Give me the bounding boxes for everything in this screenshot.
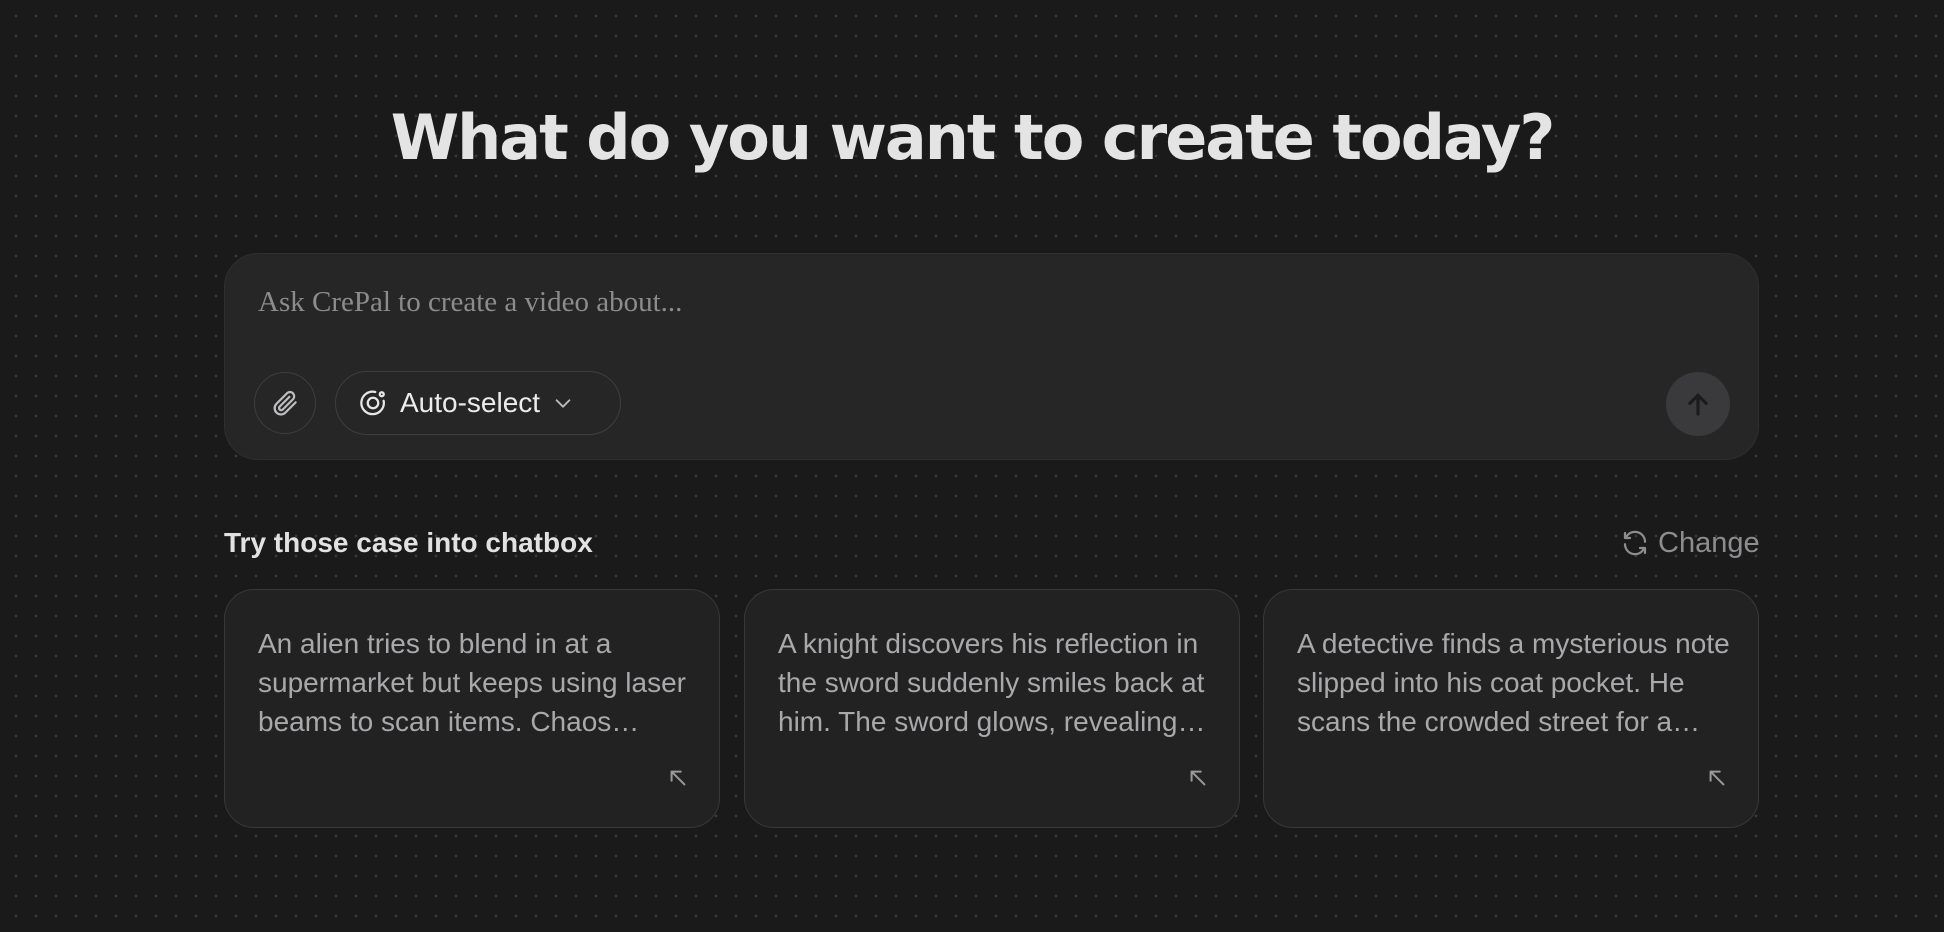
- suggestions-title: Try those case into chatbox: [224, 527, 593, 558]
- chatbox: Auto-select: [224, 253, 1759, 460]
- suggestion-cards: An alien tries to blend in at a supermar…: [224, 589, 1759, 828]
- paperclip-icon: [273, 390, 297, 416]
- change-label: Change: [1658, 526, 1760, 559]
- arrow-up-left-icon: [1190, 770, 1206, 786]
- chevron-down-icon: [555, 399, 571, 408]
- attach-button[interactable]: [254, 372, 316, 434]
- suggestion-card[interactable]: A knight discovers his reflection in the…: [744, 589, 1240, 828]
- change-button[interactable]: Change: [1620, 524, 1760, 562]
- arrow-up-icon: [1688, 393, 1708, 416]
- page-title: What do you want to create today?: [390, 101, 1556, 174]
- arrow-up-left-icon: [1709, 770, 1725, 786]
- suggestion-card-text: A knight discovers his reflection in the…: [778, 628, 1205, 737]
- suggestion-card[interactable]: An alien tries to blend in at a supermar…: [224, 589, 720, 828]
- target-icon: [360, 390, 385, 416]
- arrow-up-left-icon: [670, 770, 686, 786]
- suggestion-card-text: An alien tries to blend in at a supermar…: [258, 628, 686, 737]
- send-button[interactable]: [1666, 372, 1730, 436]
- model-select-label: Auto-select: [400, 387, 541, 418]
- refresh-icon: [1623, 530, 1647, 556]
- model-select-dropdown[interactable]: Auto-select: [335, 371, 621, 435]
- prompt-input[interactable]: [258, 282, 1718, 322]
- suggestion-card-text: A detective finds a mysterious note slip…: [1297, 628, 1730, 737]
- suggestion-card[interactable]: A detective finds a mysterious note slip…: [1263, 589, 1759, 828]
- page: What do you want to create today? Auto-s…: [0, 0, 1944, 932]
